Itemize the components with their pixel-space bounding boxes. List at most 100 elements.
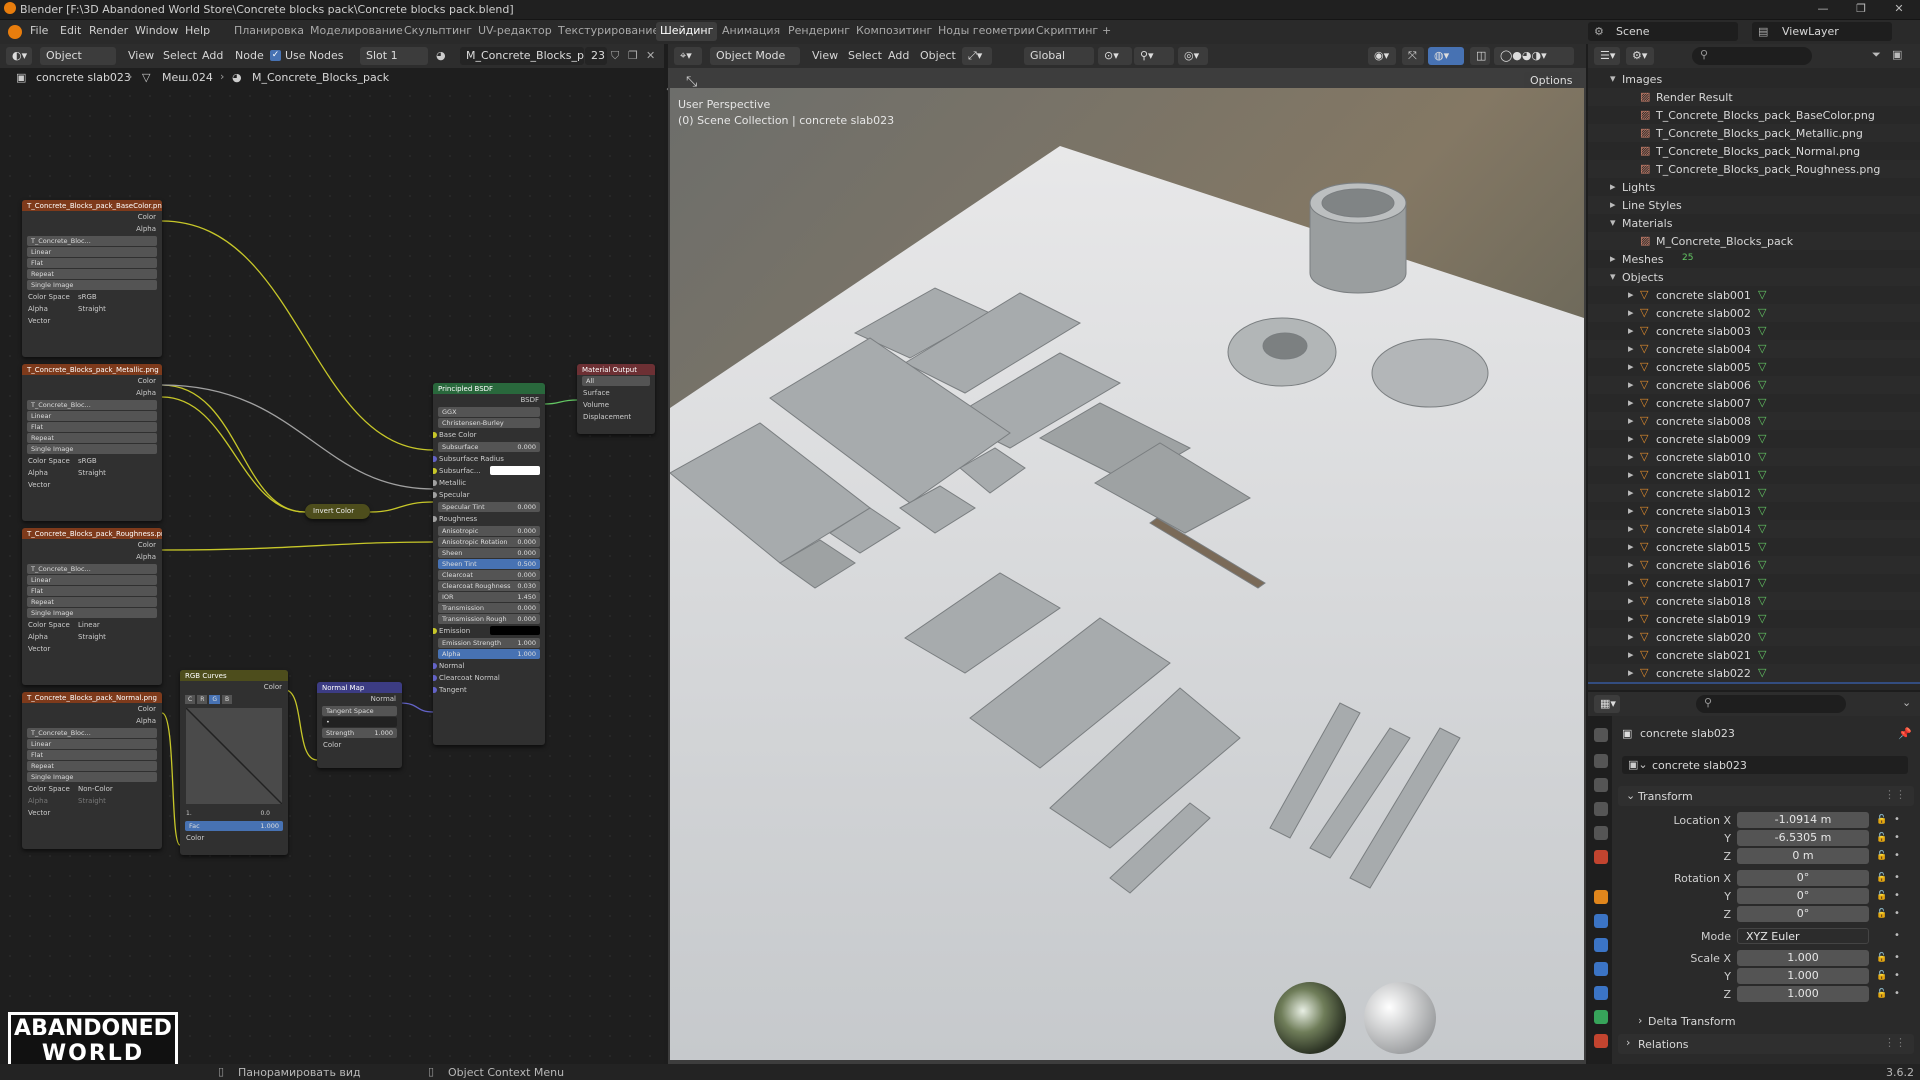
menu-view[interactable]: View [812,49,838,62]
disclosure-open-icon[interactable]: ▾ [1610,216,1616,229]
outliner-object-row[interactable]: ▸ ▽ concrete slab017 ▽ [1588,574,1920,592]
display-mode-icon[interactable]: ⚙▾ [1626,47,1654,65]
fac-slider[interactable]: Fac 1.000 [185,821,283,831]
disclosure-closed-icon[interactable]: ▸ [1628,486,1634,499]
material-tab-icon[interactable] [1594,1034,1608,1048]
disclosure-closed-icon[interactable]: ▸ [1628,666,1634,679]
xray-icon[interactable]: ◫ [1470,47,1490,65]
lock-icon[interactable]: 🔓 [1876,851,1887,861]
scale-z-field[interactable]: 1.000 [1737,986,1869,1002]
editor-type-icon[interactable]: ◐▾ [6,47,32,65]
mesh-data-icon[interactable]: ▽ [1758,576,1766,589]
workspace-tab-texture[interactable]: Текстурирование [554,22,663,41]
modifier-tab-icon[interactable] [1594,914,1608,928]
socket-icon[interactable] [433,492,437,498]
bsdf-input-tangent[interactable]: Tangent [433,684,545,696]
bsdf-input-emission-strength[interactable]: Emission Strength 1.000 [438,638,540,648]
scene-selector[interactable]: ⚙ Scene [1588,22,1738,41]
outliner-item[interactable]: ▨ T_Concrete_Blocks_pack_Roughness.png [1588,160,1920,178]
render-tab-icon[interactable] [1594,754,1608,768]
bsdf-input-transmission-rough[interactable]: Transmission Rough 0.000 [438,614,540,624]
invert-color-node[interactable]: Invert Color [305,504,370,519]
mesh-data-icon[interactable]: ▽ [1758,414,1766,427]
disclosure-closed-icon[interactable]: ▸ [1628,540,1634,553]
matcap-preview-sphere[interactable] [1364,982,1436,1054]
curve-graph[interactable] [185,707,283,805]
outliner[interactable]: ☰▾ ⚙▾ ⚲ ⏷ ▣ ▾ Images ▨ Render Result ▨ T_Conc… [1588,44,1920,690]
bsdf-input-roughness[interactable]: Roughness [433,513,545,525]
disclosure-closed-icon[interactable]: ▸ [1628,450,1634,463]
extension-dropdown[interactable]: Repeat [27,761,157,771]
disclosure-closed-icon[interactable]: ▸ [1628,468,1634,481]
socket-icon[interactable] [433,675,437,681]
distribution-dropdown[interactable]: GGX [438,407,540,417]
lock-icon[interactable]: 🔓 [1876,909,1887,919]
projection-dropdown[interactable]: Flat [27,586,157,596]
overlays-icon[interactable]: ◍▾ [1428,47,1464,65]
image-selector[interactable]: T_Concrete_Bloc... [27,564,157,574]
outliner-object-row[interactable]: ▸ ▽ concrete slab014 ▽ [1588,520,1920,538]
menu-object[interactable]: Object [920,49,956,62]
color-swatch[interactable] [490,626,540,635]
editor-type-icon[interactable]: ▦▾ [1594,695,1620,713]
workspace-tab-uv[interactable]: UV-редактор [474,22,556,41]
menu-add[interactable]: Add [202,49,223,62]
mesh-data-icon[interactable]: ▽ [1758,288,1766,301]
image-selector[interactable]: T_Concrete_Bloc... [27,400,157,410]
bsdf-input-sheen-tint[interactable]: Sheen Tint 0.500 [438,559,540,569]
mesh-data-icon[interactable]: ▽ [1758,666,1766,679]
color-space-value[interactable]: sRGB [78,293,97,301]
workspace-tab-shading[interactable]: Шейдинг [656,22,718,41]
outliner-object-row[interactable]: ▸ ▽ concrete slab012 ▽ [1588,484,1920,502]
disclosure-closed-icon[interactable]: ▸ [1610,180,1616,193]
workspace-tab-modeling[interactable]: Моделирование [306,22,407,41]
channel-tab-r[interactable]: R [197,695,208,704]
alpha-mode-value[interactable]: Straight [78,633,106,641]
mesh-data-icon[interactable]: ▽ [1758,450,1766,463]
outliner-item[interactable]: ▨ T_Concrete_Blocks_pack_Metallic.png [1588,124,1920,142]
view-layer-selector[interactable]: ▤ ViewLayer [1752,22,1892,41]
material-output-node[interactable]: Material Output All Surface Volume Displ… [577,364,655,434]
bsdf-input-subsurfac[interactable]: Subsurfac... [433,465,545,477]
blender-menu-icon[interactable] [8,25,22,39]
options-chevron-icon[interactable]: ⌄ [1902,696,1911,709]
menu-select[interactable]: Select [163,49,197,62]
snap-icon[interactable]: ⚲▾ [1134,47,1174,65]
outliner-item[interactable]: ▨ M_Concrete_Blocks_pack [1588,232,1920,250]
new-collection-icon[interactable]: ▣ [1892,48,1902,61]
outliner-category-lights[interactable]: ▸ Lights [1588,178,1920,196]
menu-node[interactable]: Node [235,49,264,62]
interpolation-dropdown[interactable]: Linear [27,247,157,257]
target-dropdown[interactable]: All [582,376,650,386]
proportional-edit-icon[interactable]: ◎▾ [1178,47,1208,65]
bsdf-input-metallic[interactable]: Metallic [433,477,545,489]
maximize-icon[interactable]: ❐ [1846,2,1876,18]
outliner-object-row[interactable]: ▸ ▽ concrete slab021 ▽ [1588,646,1920,664]
location-x-field[interactable]: -1.0914 m [1737,812,1869,828]
mesh-data-icon[interactable]: ▽ [1758,324,1766,337]
mesh-data-icon[interactable]: ▽ [1758,432,1766,445]
workspace-tab-layout[interactable]: Планировка [230,22,308,41]
rotation-z-field[interactable]: 0° [1737,906,1869,922]
outliner-search-input[interactable]: ⚲ [1692,47,1812,65]
outliner-object-row[interactable]: ▸ ▽ concrete slab007 ▽ [1588,394,1920,412]
color-swatch[interactable] [490,466,540,475]
minimize-icon[interactable]: — [1808,2,1838,18]
keyframe-dot-icon[interactable]: • [1894,832,1900,843]
mesh-data-icon[interactable]: ▽ [1758,342,1766,355]
mesh-data-icon[interactable]: ▽ [1758,468,1766,481]
disclosure-closed-icon[interactable]: ▸ [1628,306,1634,319]
projection-dropdown[interactable]: Flat [27,422,157,432]
menu-render[interactable]: Render [89,24,128,37]
bsdf-input-emission[interactable]: Emission [433,625,545,637]
mesh-data-icon[interactable]: ▽ [1758,594,1766,607]
slot-dropdown[interactable]: Slot 1 [360,47,428,65]
pin-icon[interactable]: 📌 [1898,727,1912,740]
bsdf-input-clearcoat-normal[interactable]: Clearcoat Normal [433,672,545,684]
disclosure-closed-icon[interactable]: ▸ [1628,558,1634,571]
image-selector[interactable]: T_Concrete_Bloc... [27,236,157,246]
interpolation-dropdown[interactable]: Linear [27,411,157,421]
lock-icon[interactable]: 🔓 [1876,833,1887,843]
lock-icon[interactable]: 🔓 [1876,953,1887,963]
constraints-tab-icon[interactable] [1594,986,1608,1000]
